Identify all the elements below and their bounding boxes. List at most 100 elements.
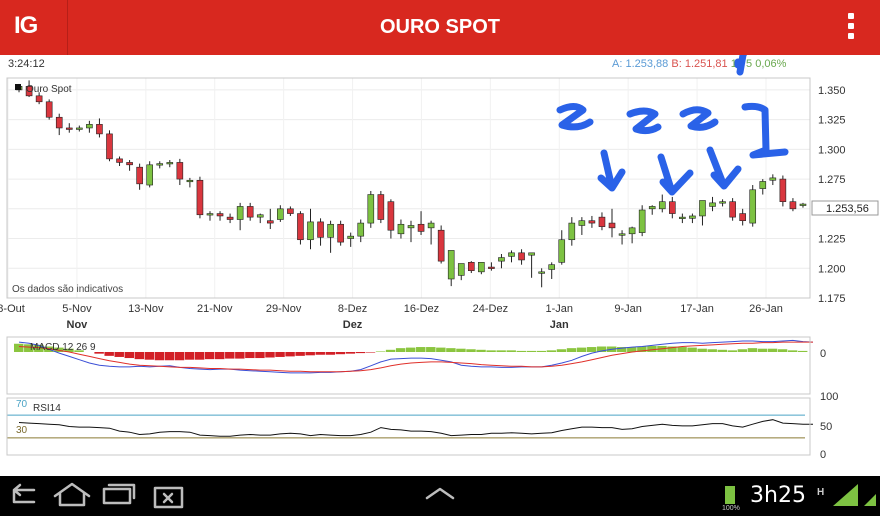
macd-histogram-bar	[255, 352, 265, 359]
price-chart[interactable]: 1.3501.3251.3001.2751.2501.2251.2001.175…	[0, 55, 880, 475]
macd-histogram-bar	[416, 347, 426, 352]
candle-body	[287, 208, 294, 214]
macd-histogram-bar	[385, 349, 396, 352]
recent-apps-icon	[102, 483, 136, 505]
macd-histogram-bar	[405, 347, 416, 352]
macd-histogram-bar	[355, 352, 366, 354]
macd-histogram-bar	[476, 349, 486, 352]
macd-histogram-bar	[436, 347, 446, 352]
macd-histogram-bar	[707, 349, 717, 352]
battery-icon	[725, 486, 735, 504]
candle-body	[277, 208, 284, 220]
macd-zero-label: 0	[820, 348, 826, 360]
candle-body	[116, 158, 123, 163]
macd-panel	[14, 339, 814, 374]
x-tick-label: 1-Jan	[546, 303, 574, 315]
candle-body	[528, 252, 535, 256]
macd-histogram-bar	[787, 350, 798, 352]
candle-body	[206, 213, 214, 216]
candle-body	[96, 124, 103, 135]
macd-histogram-bar	[767, 348, 778, 352]
candle-body	[799, 203, 807, 206]
candle-body	[55, 116, 63, 129]
rsi-lower-label: 30	[16, 425, 28, 436]
macd-histogram-bar	[747, 348, 758, 352]
candle-body	[699, 200, 706, 217]
macd-histogram-bar	[134, 352, 145, 360]
legend-marker	[15, 84, 21, 90]
rsi-axis-100: 100	[820, 391, 838, 403]
network-type: H	[817, 487, 824, 498]
candle-body	[558, 239, 566, 263]
macd-histogram-bar	[516, 350, 526, 352]
candle-body	[126, 162, 133, 166]
chevron-up-icon	[425, 487, 455, 500]
candle-body	[779, 178, 787, 202]
system-bar-icons: 100% H	[12, 482, 876, 512]
candle-body	[689, 215, 696, 219]
x-tick-label: 16-Dez	[404, 303, 439, 315]
candle-body	[447, 250, 455, 280]
arrow-annotation-4	[741, 102, 789, 159]
macd-histogram-bar	[245, 352, 255, 359]
rsi-line	[18, 419, 813, 437]
candle-body	[317, 221, 324, 238]
macd-histogram-bar	[456, 348, 466, 352]
macd-histogram-bar	[14, 343, 24, 352]
candle-body	[307, 221, 314, 241]
candle-body	[427, 222, 435, 229]
macd-histogram-bar	[164, 352, 175, 361]
macd-histogram-bar	[94, 352, 104, 354]
screenshot-icon	[153, 486, 184, 509]
macd-histogram-bar	[225, 352, 235, 359]
overflow-menu-icon[interactable]	[842, 10, 860, 44]
battery-text: 100%	[722, 505, 740, 512]
candle-body	[256, 214, 264, 218]
macd-histogram-bar	[365, 352, 376, 353]
page-title: OURO SPOT	[379, 16, 500, 38]
candle-body	[45, 101, 53, 118]
macd-histogram-bar	[104, 352, 114, 356]
month-label: Jan	[550, 319, 569, 331]
candle-body	[749, 189, 757, 224]
macd-histogram-bar	[275, 352, 285, 357]
macd-histogram-bar	[285, 352, 295, 357]
macd-histogram-bar	[154, 352, 165, 361]
y-tick-label: 1.175	[818, 293, 846, 305]
candle-body	[498, 257, 505, 262]
month-label: Nov	[67, 319, 89, 331]
rsi-panel	[7, 414, 813, 439]
candle-body	[236, 206, 244, 220]
y-tick-label: 1.200	[818, 263, 846, 275]
candle-body	[618, 233, 626, 236]
rsi-axis-0: 0	[820, 449, 826, 461]
x-tick-label: 8-Dez	[338, 303, 367, 315]
candle-body	[578, 220, 586, 226]
candle-body	[417, 223, 425, 232]
y-tick-label: 1.275	[818, 174, 846, 186]
candle-body	[246, 206, 254, 218]
candle-body	[638, 209, 646, 233]
rsi-label: RSI14	[33, 403, 61, 414]
macd-histogram-bar	[446, 348, 456, 352]
candle-body	[508, 252, 515, 257]
x-tick-label: 24-Dez	[473, 303, 508, 315]
macd-histogram-bar	[727, 350, 738, 352]
candle-body	[669, 201, 676, 214]
x-tick-label: 28-Out	[0, 303, 25, 315]
macd-histogram-bar	[174, 352, 185, 361]
handwritten-annotations	[556, 55, 789, 196]
question-mark-annotation	[734, 55, 748, 76]
candle-body	[337, 223, 344, 243]
candle-body	[397, 223, 405, 235]
macd-histogram-bar	[677, 347, 687, 352]
candle-body	[216, 213, 224, 217]
x-tick-label: 5-Nov	[62, 303, 92, 315]
candle-body	[357, 222, 365, 237]
macd-histogram-bar	[315, 352, 325, 355]
macd-histogram-bar	[235, 352, 245, 359]
candle-body	[588, 220, 596, 224]
rsi-upper-label: 70	[16, 399, 28, 410]
candle-body	[266, 220, 274, 224]
x-tick-label: 17-Jan	[680, 303, 714, 315]
